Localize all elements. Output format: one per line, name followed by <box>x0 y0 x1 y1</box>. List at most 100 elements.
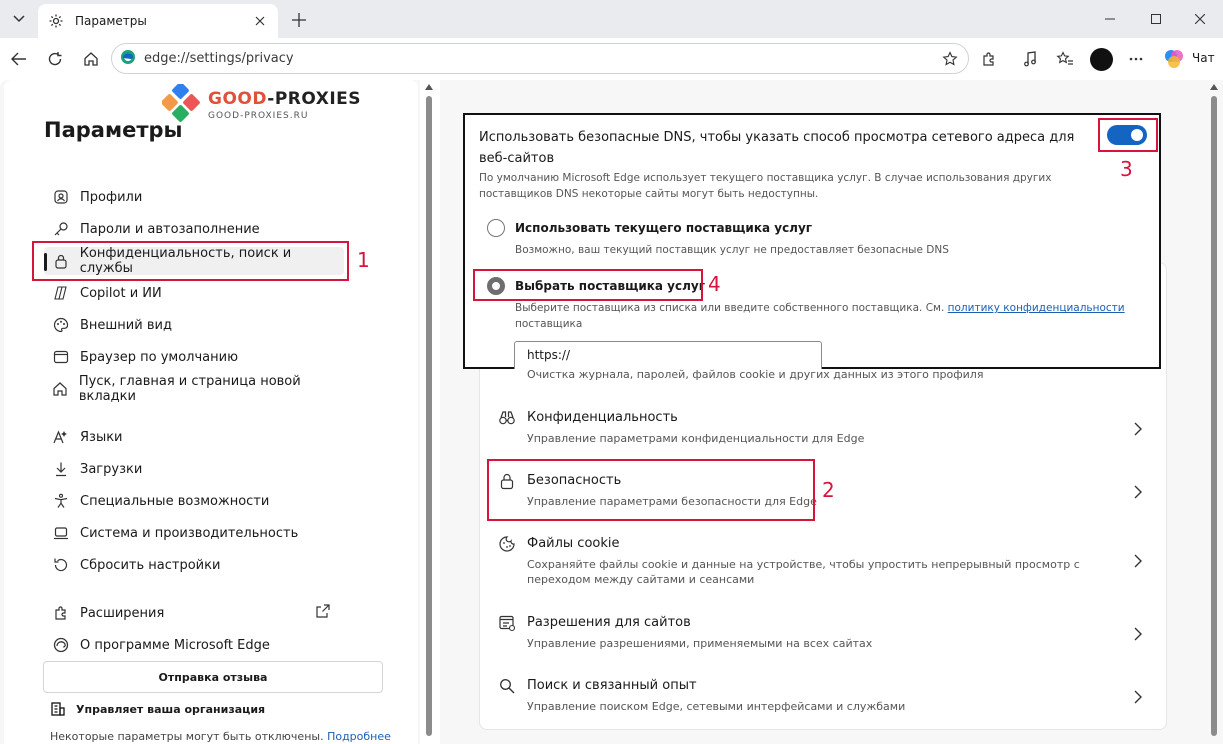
sidebar-item-passwords[interactable]: Пароли и автозаполнение <box>44 215 344 243</box>
sidebar-item-accessibility[interactable]: Специальные возможности <box>44 487 344 515</box>
row-cookies[interactable]: Файлы cookie Сохраняйте файлы cookie и д… <box>498 529 1158 589</box>
main-scrollbar[interactable] <box>1211 96 1217 736</box>
sidebar-item-label: Внешний вид <box>80 317 172 333</box>
org-label: Управляет ваша организация <box>76 702 266 716</box>
sidebar-item-label: Сбросить настройки <box>80 557 221 573</box>
new-tab-plus-icon[interactable] <box>287 8 311 32</box>
option-current-provider-title: Использовать текущего поставщика услуг <box>515 221 813 235</box>
row-subtitle: Сохраняйте файлы cookie и данные на устр… <box>527 558 1080 571</box>
row-search-services[interactable]: Поиск и связанный опыт Управление поиско… <box>498 671 1158 731</box>
secure-dns-description: По умолчанию Microsoft Edge использует т… <box>479 172 1052 200</box>
managed-by-org: Управляет ваша организация <box>50 701 265 717</box>
good-proxies-logo: GOOD-PROXIES GOOD-PROXIES.RU <box>161 82 382 126</box>
learn-more-link[interactable]: Подробнее <box>327 730 391 743</box>
row-site-permissions[interactable]: Разрешения для сайтов Управление разреше… <box>498 608 1158 668</box>
sidebar-item-label: Пароли и автозаполнение <box>80 221 260 237</box>
provider-privacy-policy-link[interactable]: политику конфиденциальности <box>948 302 1125 314</box>
sidebar-scrollbar[interactable] <box>426 96 432 736</box>
org-note-text: Некоторые параметры могут быть отключены… <box>50 730 324 743</box>
chevron-right-icon <box>1134 690 1142 704</box>
sidebar-item-reset[interactable]: Сбросить настройки <box>44 551 344 579</box>
sidebar-item-label: Система и производительность <box>80 525 299 541</box>
profile-icon <box>52 188 70 206</box>
sidebar-item-about[interactable]: О программе Microsoft Edge <box>44 631 344 659</box>
building-icon <box>51 702 65 716</box>
chevron-right-icon <box>1134 485 1142 499</box>
download-icon <box>52 460 70 478</box>
row-title: Поиск и связанный опыт <box>527 678 697 693</box>
home-icon[interactable] <box>77 45 105 73</box>
chat-button-label[interactable]: Чат <box>1192 51 1215 65</box>
row-title: Файлы cookie <box>527 536 620 551</box>
maximize-icon[interactable] <box>1133 0 1179 38</box>
row-subtitle-line2: переходом между сайтами и сеансами <box>527 573 755 586</box>
sidebar-item-label: Copilot и ИИ <box>80 285 162 301</box>
option-current-provider-subtitle: Возможно, ваш текущий поставщик услуг не… <box>515 244 949 256</box>
logo-text-good: GOOD <box>208 89 268 109</box>
laptop-icon <box>52 524 70 542</box>
annotation-number-2: 2 <box>822 478 835 502</box>
language-icon <box>52 428 70 446</box>
extensions-puzzle-icon[interactable] <box>975 45 1003 73</box>
annotation-box-3 <box>1098 118 1158 152</box>
copilot-icon[interactable] <box>1160 45 1188 73</box>
radio-current-provider[interactable] <box>487 219 505 237</box>
logo-subtitle: GOOD-PROXIES.RU <box>208 111 309 121</box>
close-icon[interactable] <box>252 13 268 29</box>
chevron-right-icon <box>1134 627 1142 641</box>
row-subtitle: Управление параметрами конфиденциальност… <box>527 432 865 445</box>
tab-actions-chevron-down-icon[interactable] <box>6 6 32 32</box>
row-title: Конфиденциальность <box>527 410 678 425</box>
minimize-icon[interactable] <box>1087 0 1133 38</box>
sidebar-item-profiles[interactable]: Профили <box>44 183 344 211</box>
sidebar-item-label: Пуск, главная и страница новой вкладки <box>78 374 301 404</box>
sidebar-item-languages[interactable]: Языки <box>44 423 344 451</box>
media-control-icon[interactable] <box>1017 45 1045 73</box>
scroll-up-arrow-icon[interactable] <box>1210 84 1218 90</box>
address-bar[interactable]: edge://settings/privacy <box>111 43 969 74</box>
refresh-icon[interactable] <box>41 45 69 73</box>
external-link-icon[interactable] <box>315 603 331 619</box>
favorite-star-icon[interactable] <box>936 45 964 73</box>
secure-dns-panel: Использовать безопасные DNS, чтобы указа… <box>463 113 1161 369</box>
accessibility-icon <box>52 492 70 510</box>
key-icon <box>52 220 70 238</box>
search-icon <box>500 679 515 694</box>
org-note: Некоторые параметры могут быть отключены… <box>50 730 391 743</box>
logo-diamond-icon <box>161 82 200 122</box>
address-url[interactable]: edge://settings/privacy <box>144 51 936 66</box>
sidebar-item-start-page[interactable]: Пуск, главная и страница новой вкладки <box>44 374 344 404</box>
sidebar-item-system[interactable]: Система и производительность <box>44 519 344 547</box>
send-feedback-button[interactable]: Отправка отзыва <box>43 661 383 693</box>
sidebar-item-default-browser[interactable]: Браузер по умолчанию <box>44 343 344 371</box>
puzzle-icon <box>52 604 70 622</box>
annotation-box-2 <box>487 459 815 521</box>
sidebar-item-label: Профили <box>80 189 143 205</box>
reset-icon <box>52 556 70 574</box>
option-choose-provider-text: Выберите поставщика из списка или введит… <box>515 302 945 314</box>
more-menu-icon[interactable] <box>1122 45 1150 73</box>
dns-provider-input[interactable]: https:// <box>514 341 822 369</box>
cookie-icon <box>499 536 515 552</box>
scroll-up-arrow-icon[interactable] <box>425 84 433 90</box>
tab-settings[interactable]: Параметры <box>38 4 278 38</box>
sidebar-item-label: Специальные возможности <box>80 493 270 509</box>
home-icon <box>52 380 69 398</box>
logo-text-proxies: -PROXIES <box>267 89 362 109</box>
back-arrow-icon[interactable] <box>5 45 33 73</box>
tab-title: Параметры <box>75 14 147 28</box>
chevron-right-icon <box>1134 422 1142 436</box>
sidebar-item-label: Браузер по умолчанию <box>80 349 239 365</box>
window-close-icon[interactable] <box>1177 0 1223 38</box>
sidebar-item-extensions[interactable]: Расширения <box>44 599 344 627</box>
sidebar-item-appearance[interactable]: Внешний вид <box>44 311 344 339</box>
row-subtitle: Управление поиском Edge, сетевыми интерф… <box>527 700 906 713</box>
binoculars-icon <box>499 411 515 425</box>
sidebar-item-downloads[interactable]: Загрузки <box>44 455 344 483</box>
avatar[interactable] <box>1090 48 1113 71</box>
annotation-number-1: 1 <box>357 248 370 272</box>
edge-icon <box>52 636 70 654</box>
row-privacy[interactable]: Конфиденциальность Управление параметрам… <box>498 403 1158 463</box>
sidebar-item-copilot[interactable]: Copilot и ИИ <box>44 279 344 307</box>
favorites-list-icon[interactable] <box>1051 45 1079 73</box>
